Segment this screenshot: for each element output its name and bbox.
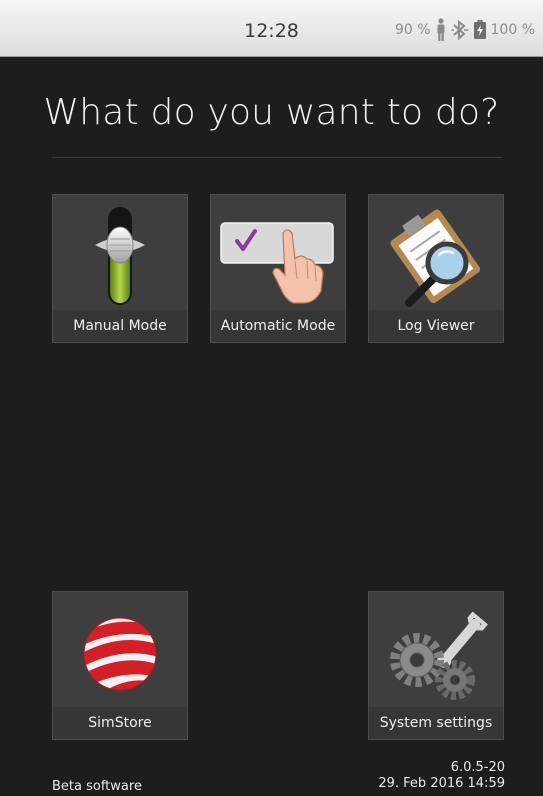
build-date: 29. Feb 2016 14:59 [378,776,505,791]
page-title: What do you want to do? [43,92,500,133]
clipboard-magnifier-icon [369,203,503,309]
bluetooth-icon [451,19,469,41]
tile-label: Log Viewer [369,310,503,342]
screen: 12:28 90 % 100 % What do you want to do?… [0,0,543,796]
beta-label: Beta software [52,779,142,794]
version-info: 6.0.5-20 29. Feb 2016 14:59 [378,760,505,792]
tile-label: SimStore [53,707,187,739]
slider-switch-icon [53,203,187,309]
tile-label: Automatic Mode [211,310,345,342]
log-viewer-tile[interactable]: Log Viewer [368,194,504,343]
battery-icon [473,20,487,40]
status-indicators: 90 % 100 % [395,18,535,42]
system-settings-tile[interactable]: System settings [368,591,504,740]
tile-label: System settings [369,707,503,739]
status-bar: 12:28 90 % 100 % [0,0,543,57]
manual-mode-tile[interactable]: Manual Mode [52,194,188,343]
signal-percent: 90 % [394,22,431,38]
tile-label: Manual Mode [53,310,187,342]
person-icon [435,18,447,42]
version-number: 6.0.5-20 [450,760,505,775]
battery-percent: 100 % [490,22,535,38]
striped-globe-icon [53,600,187,706]
automatic-mode-tile[interactable]: Automatic Mode [210,194,346,343]
title-divider [52,157,502,158]
touch-checkbox-icon [211,203,345,309]
simstore-tile[interactable]: SimStore [52,591,188,740]
gears-wrench-icon [369,600,503,706]
